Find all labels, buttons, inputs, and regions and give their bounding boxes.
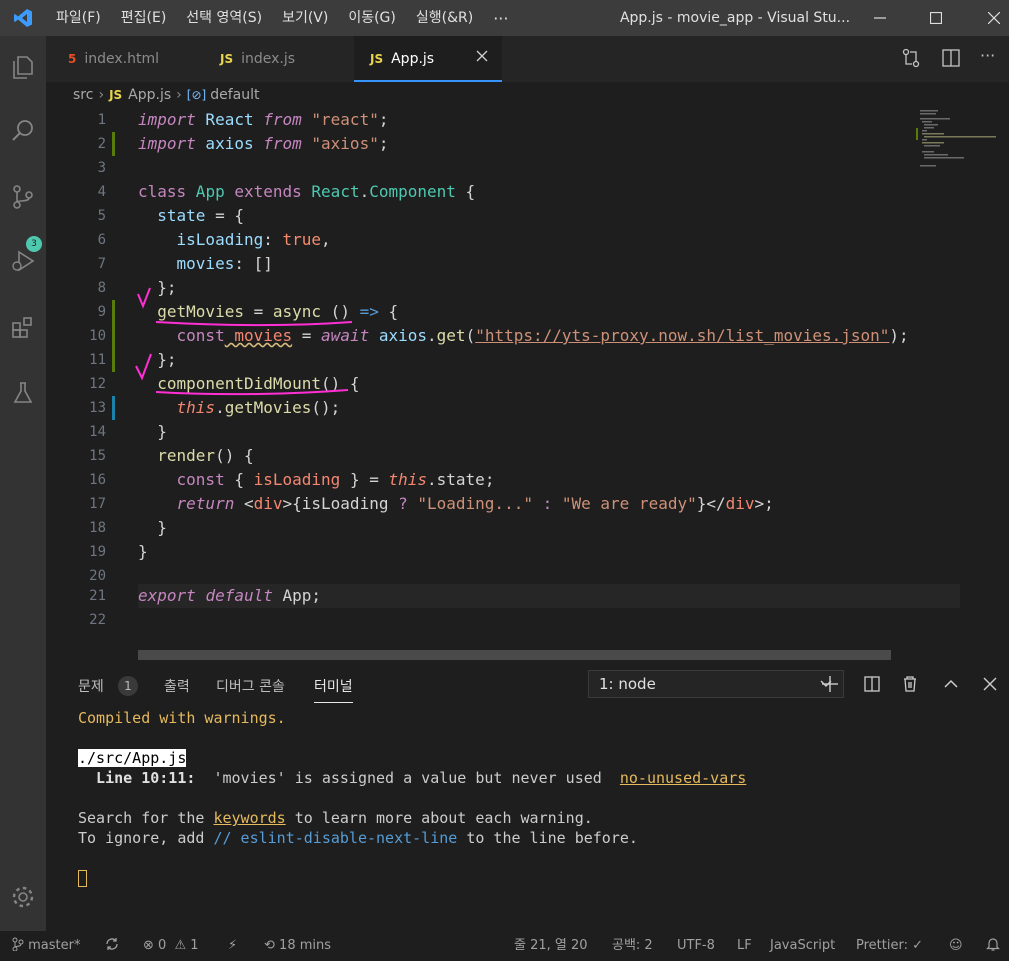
code-line: 15 render() { xyxy=(89,446,254,465)
cursor-position[interactable]: 줄 21, 열 20 xyxy=(514,931,588,955)
maximize-icon[interactable] xyxy=(914,0,958,36)
branch-name: master* xyxy=(28,938,81,953)
terminal-select-value: 1: node xyxy=(599,675,656,693)
terminal-select[interactable]: 1: node xyxy=(588,670,844,698)
end-of-line[interactable]: LF xyxy=(737,931,752,955)
horizontal-scrollbar[interactable] xyxy=(138,650,891,660)
title-bar: 파일(F) 편집(E) 선택 영역(S) 보기(V) 이동(G) 실행(&R) … xyxy=(0,0,1009,36)
menu-edit[interactable]: 편집(E) xyxy=(111,0,177,36)
editor-tab-bar: 5 index.html JS index.js JS App.js ··· xyxy=(46,36,1009,82)
maximize-panel-icon[interactable] xyxy=(939,672,963,696)
breadcrumb: src › JS App.js › [⊘] default xyxy=(46,82,916,108)
javascript-icon: JS xyxy=(220,52,234,66)
tab-label: App.js xyxy=(391,51,435,67)
menu-go[interactable]: 이동(G) xyxy=(338,0,406,36)
language-mode[interactable]: JavaScript xyxy=(770,931,835,955)
close-window-icon[interactable] xyxy=(972,0,1009,36)
chevron-right-icon: › xyxy=(176,87,182,103)
split-terminal-icon[interactable] xyxy=(860,672,884,696)
tab-label: index.html xyxy=(84,51,160,67)
breadcrumb-file[interactable]: App.js xyxy=(128,87,171,103)
menu-view[interactable]: 보기(V) xyxy=(272,0,338,36)
warning-count: 1 xyxy=(190,938,199,953)
testing-flask-icon[interactable] xyxy=(6,376,40,410)
lightning-icon[interactable]: ⚡ xyxy=(228,931,237,955)
notifications-bell-icon[interactable] xyxy=(986,931,1000,955)
prettier-status[interactable]: Prettier: ✓ xyxy=(856,931,923,955)
html5-icon: 5 xyxy=(68,52,77,66)
breadcrumb-folder[interactable]: src xyxy=(73,87,93,103)
code-line: 17 return <div>{isLoading ? "Loading..."… xyxy=(89,494,774,513)
bottom-panel: 문제 1 출력 디버그 콘솔 터미널 1: node Compiled with… xyxy=(46,662,1009,931)
run-debug-icon[interactable] xyxy=(6,244,40,278)
more-actions-icon[interactable]: ··· xyxy=(980,46,995,65)
menu-file[interactable]: 파일(F) xyxy=(46,0,111,36)
breadcrumb-symbol[interactable]: default xyxy=(210,87,259,103)
tab-debug-console[interactable]: 디버그 콘솔 xyxy=(216,676,285,696)
tab-terminal[interactable]: 터미널 xyxy=(314,676,353,703)
encoding[interactable]: UTF-8 xyxy=(677,931,715,955)
close-tab-icon[interactable] xyxy=(476,50,488,66)
sync-icon[interactable] xyxy=(104,931,120,955)
tab-app-js[interactable]: JS App.js xyxy=(354,36,502,82)
code-editor[interactable]: 1 import React from "react"; 2 import axio… xyxy=(46,108,960,648)
symbol-variable-icon: [⊘] xyxy=(186,88,207,102)
terminal-search-line: Search for the keywords to learn more ab… xyxy=(78,809,593,827)
time-tracked: 18 mins xyxy=(279,938,332,953)
terminal-warning-line: Line 10:11: 'movies' is assigned a value… xyxy=(78,769,747,787)
menu-run[interactable]: 실행(&R) xyxy=(406,0,483,36)
time-status[interactable]: ⟲ 18 mins xyxy=(264,931,331,955)
code-line: 21 export default App; xyxy=(89,586,322,605)
javascript-icon: JS xyxy=(109,88,123,102)
tab-index-html[interactable]: 5 index.html xyxy=(46,36,196,82)
code-line: 18 } xyxy=(89,518,167,537)
code-line: 14 } xyxy=(89,422,167,441)
open-changes-icon[interactable] xyxy=(902,48,920,72)
warning-icon: ⚠ xyxy=(174,938,187,953)
explorer-icon[interactable] xyxy=(6,50,40,84)
chevron-right-icon: › xyxy=(98,87,105,103)
status-bar: master* ⊗ 0 ⚠ 1 ⚡ ⟲ 18 mins 줄 21, 열 20 공… xyxy=(0,931,1009,955)
feedback-icon[interactable]: ☺ xyxy=(949,931,963,955)
terminal-file-line: ./src/App.js xyxy=(78,749,187,767)
tab-problems[interactable]: 문제 xyxy=(78,676,104,696)
javascript-icon: JS xyxy=(370,52,384,66)
code-line: 19} xyxy=(89,542,148,561)
source-control-icon[interactable] xyxy=(6,180,40,214)
tab-label: index.js xyxy=(241,51,296,67)
split-editor-icon[interactable] xyxy=(942,49,960,71)
git-branch-icon xyxy=(12,937,24,952)
close-panel-icon[interactable] xyxy=(978,672,1002,696)
history-icon: ⟲ xyxy=(264,938,275,953)
menu-bar: 파일(F) 편집(E) 선택 영역(S) 보기(V) 이동(G) 실행(&R) … xyxy=(46,0,518,36)
tab-index-js[interactable]: JS index.js xyxy=(196,36,354,82)
panel-tab-bar: 문제 1 출력 디버그 콘솔 터미널 1: node xyxy=(46,662,1009,706)
error-icon: ⊗ xyxy=(143,938,154,953)
problems-count-badge: 1 xyxy=(118,676,138,696)
menu-more-icon[interactable]: ··· xyxy=(483,9,518,28)
terminal-cursor xyxy=(78,870,87,887)
handwritten-annotation xyxy=(135,287,353,396)
new-terminal-icon[interactable] xyxy=(818,672,842,696)
menu-selection[interactable]: 선택 영역(S) xyxy=(176,0,272,36)
search-icon[interactable] xyxy=(6,114,40,148)
indentation[interactable]: 공백: 2 xyxy=(612,931,653,955)
code-line: 22 xyxy=(89,612,106,628)
tab-output[interactable]: 출력 xyxy=(164,676,190,696)
terminal-ignore-line: To ignore, add // eslint-disable-next-li… xyxy=(78,829,638,847)
window-title: App.js - movie_app - Visual Stu... xyxy=(619,10,851,26)
trash-icon[interactable] xyxy=(898,672,922,696)
code-line: 16 const { isLoading } = this.state; xyxy=(89,470,495,489)
vscode-logo-icon xyxy=(0,0,46,36)
terminal-compiled-warning: Compiled with warnings. xyxy=(78,709,286,727)
extensions-icon[interactable] xyxy=(6,310,40,344)
settings-gear-icon[interactable] xyxy=(6,880,40,914)
minimize-icon[interactable] xyxy=(858,0,902,36)
minimap[interactable] xyxy=(916,108,996,168)
branch-status[interactable]: master* xyxy=(12,931,80,955)
error-count: 0 xyxy=(158,938,167,953)
activity-bar: 3 xyxy=(0,36,46,931)
problems-status[interactable]: ⊗ 0 ⚠ 1 xyxy=(143,931,199,955)
